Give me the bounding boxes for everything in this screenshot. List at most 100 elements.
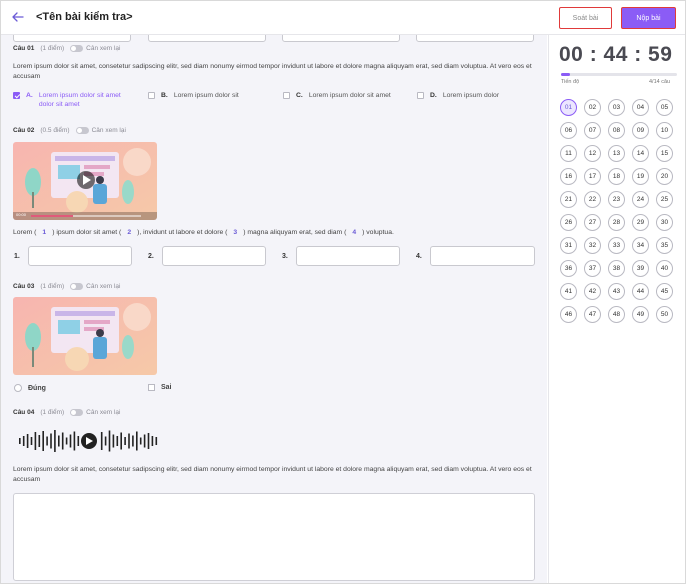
question-text: Lorem ipsum dolor sit amet, consetetur s… [13,63,532,80]
question-nav-button[interactable]: 43 [608,283,625,300]
question-nav-button[interactable]: 39 [632,260,649,277]
answer-option-a[interactable]: A. Lorem ipsum dolor sit amet dolor sit … [13,91,133,109]
true-option[interactable]: Đúng [14,384,46,392]
question-nav-button[interactable]: 36 [560,260,577,277]
question-nav-button[interactable]: 45 [656,283,673,300]
submit-button[interactable]: Nộp bài [621,7,676,29]
question-nav-button[interactable]: 19 [632,168,649,185]
video-player[interactable]: 00:00 [13,142,157,220]
question-nav-button[interactable]: 14 [632,145,649,162]
question-nav-button[interactable]: 03 [608,99,625,116]
blank-input-2[interactable] [162,246,266,266]
question-points: (1 điểm) [40,45,65,52]
prev-answer-field[interactable] [13,35,131,42]
question-nav-button[interactable]: 31 [560,237,577,254]
video-time: 00:00 [16,212,27,217]
header: <Tên bài kiểm tra> Soát bài Nộp bài [1,1,685,35]
question-nav-button[interactable]: 15 [656,145,673,162]
question-nav-button[interactable]: 21 [560,191,577,208]
question-header: Câu 02 (0.5 điểm) Cân xem lại [13,127,126,134]
question-nav-button[interactable]: 42 [584,283,601,300]
progress-bar [561,73,677,76]
question-nav-button[interactable]: 07 [584,122,601,139]
question-nav-button[interactable]: 28 [608,214,625,231]
blank-input-4[interactable] [430,246,535,266]
progress-count: 4/14 câu [649,79,671,85]
question-nav-button[interactable]: 47 [584,306,601,323]
question-nav-button[interactable]: 48 [608,306,625,323]
question-nav-button[interactable]: 16 [560,168,577,185]
review-toggle[interactable] [70,409,84,416]
question-nav-button[interactable]: 30 [656,214,673,231]
question-nav-button[interactable]: 50 [656,306,673,323]
fill-in-sentence: Lorem (1) ipsum dolor sit amet (2), invi… [13,229,394,236]
answer-option-b[interactable]: B. Lorem ipsum dolor sit [148,91,268,100]
checkbox-icon[interactable] [148,92,155,99]
question-nav-button[interactable]: 27 [584,214,601,231]
question-navigator: 01 02 03 04 05 06 07 08 09 10 11 12 13 14 15 16 17 18 19 20… [560,99,680,323]
answer-option-c[interactable]: C. Lorem ipsum dolor sit amet [283,91,395,100]
prev-answer-field[interactable] [148,35,266,42]
question-nav-button[interactable]: 33 [608,237,625,254]
question-nav-button[interactable]: 25 [656,191,673,208]
question-nav-button[interactable]: 06 [560,122,577,139]
question-nav-button[interactable]: 02 [584,99,601,116]
review-label: Cân xem lại [86,45,121,52]
blank-input-3[interactable] [296,246,400,266]
answer-option-d[interactable]: D. Lorem ipsum dolor [417,91,537,100]
question-nav-button[interactable]: 44 [632,283,649,300]
question-nav-button[interactable]: 35 [656,237,673,254]
question-nav-button[interactable]: 29 [632,214,649,231]
blank-label: 2. [148,253,154,260]
question-nav-button[interactable]: 49 [632,306,649,323]
question-nav-button[interactable]: 40 [656,260,673,277]
back-arrow-icon[interactable] [10,9,26,25]
question-nav-button[interactable]: 38 [608,260,625,277]
sidebar: 00 : 44 : 59 Tiến độ 4/14 câu 01 02 03 04 05… [548,35,685,583]
question-nav-button[interactable]: 32 [584,237,601,254]
question-nav-button[interactable]: 46 [560,306,577,323]
question-nav-button[interactable]: 37 [584,260,601,277]
false-option[interactable]: Sai [148,384,172,391]
question-nav-button[interactable]: 08 [608,122,625,139]
checkbox-icon[interactable] [148,384,155,391]
question-nav-button[interactable]: 12 [584,145,601,162]
question-nav-button[interactable]: 09 [632,122,649,139]
question-nav-button[interactable]: 04 [632,99,649,116]
blank-label: 3. [282,253,288,260]
progress-fill [561,73,571,76]
question-nav-button[interactable]: 41 [560,283,577,300]
question-nav-button[interactable]: 18 [608,168,625,185]
radio-icon[interactable] [14,384,22,392]
question-header: Câu 04 (1 điểm) Cân xem lại [13,409,121,416]
blank-input-1[interactable] [28,246,132,266]
question-nav-button[interactable]: 20 [656,168,673,185]
countdown-timer: 00 : 44 : 59 [559,43,673,66]
audio-player[interactable] [17,427,161,455]
question-nav-button[interactable]: 23 [608,191,625,208]
prev-answer-field[interactable] [282,35,400,42]
review-toggle[interactable] [75,127,89,134]
question-nav-button[interactable]: 22 [584,191,601,208]
prev-answer-field[interactable] [416,35,534,42]
question-nav-button[interactable]: 17 [584,168,601,185]
question-image [13,297,157,375]
question-nav-button[interactable]: 01 [560,99,577,116]
checkbox-checked-icon[interactable] [13,92,20,99]
question-nav-button[interactable]: 24 [632,191,649,208]
question-nav-button[interactable]: 34 [632,237,649,254]
question-number: Câu 01 [13,45,35,52]
question-area[interactable]: Câu 01 (1 điểm) Cân xem lại Lorem ipsum … [1,35,547,583]
checkbox-icon[interactable] [417,92,424,99]
question-nav-button[interactable]: 13 [608,145,625,162]
checkbox-icon[interactable] [283,92,290,99]
review-toggle[interactable] [70,45,84,52]
question-nav-button[interactable]: 26 [560,214,577,231]
page-title: <Tên bài kiểm tra> [36,11,133,23]
review-button[interactable]: Soát bài [559,7,612,29]
question-nav-button[interactable]: 05 [656,99,673,116]
question-nav-button[interactable]: 11 [560,145,577,162]
essay-answer-textarea[interactable] [13,493,535,581]
review-toggle[interactable] [70,283,84,290]
question-nav-button[interactable]: 10 [656,122,673,139]
